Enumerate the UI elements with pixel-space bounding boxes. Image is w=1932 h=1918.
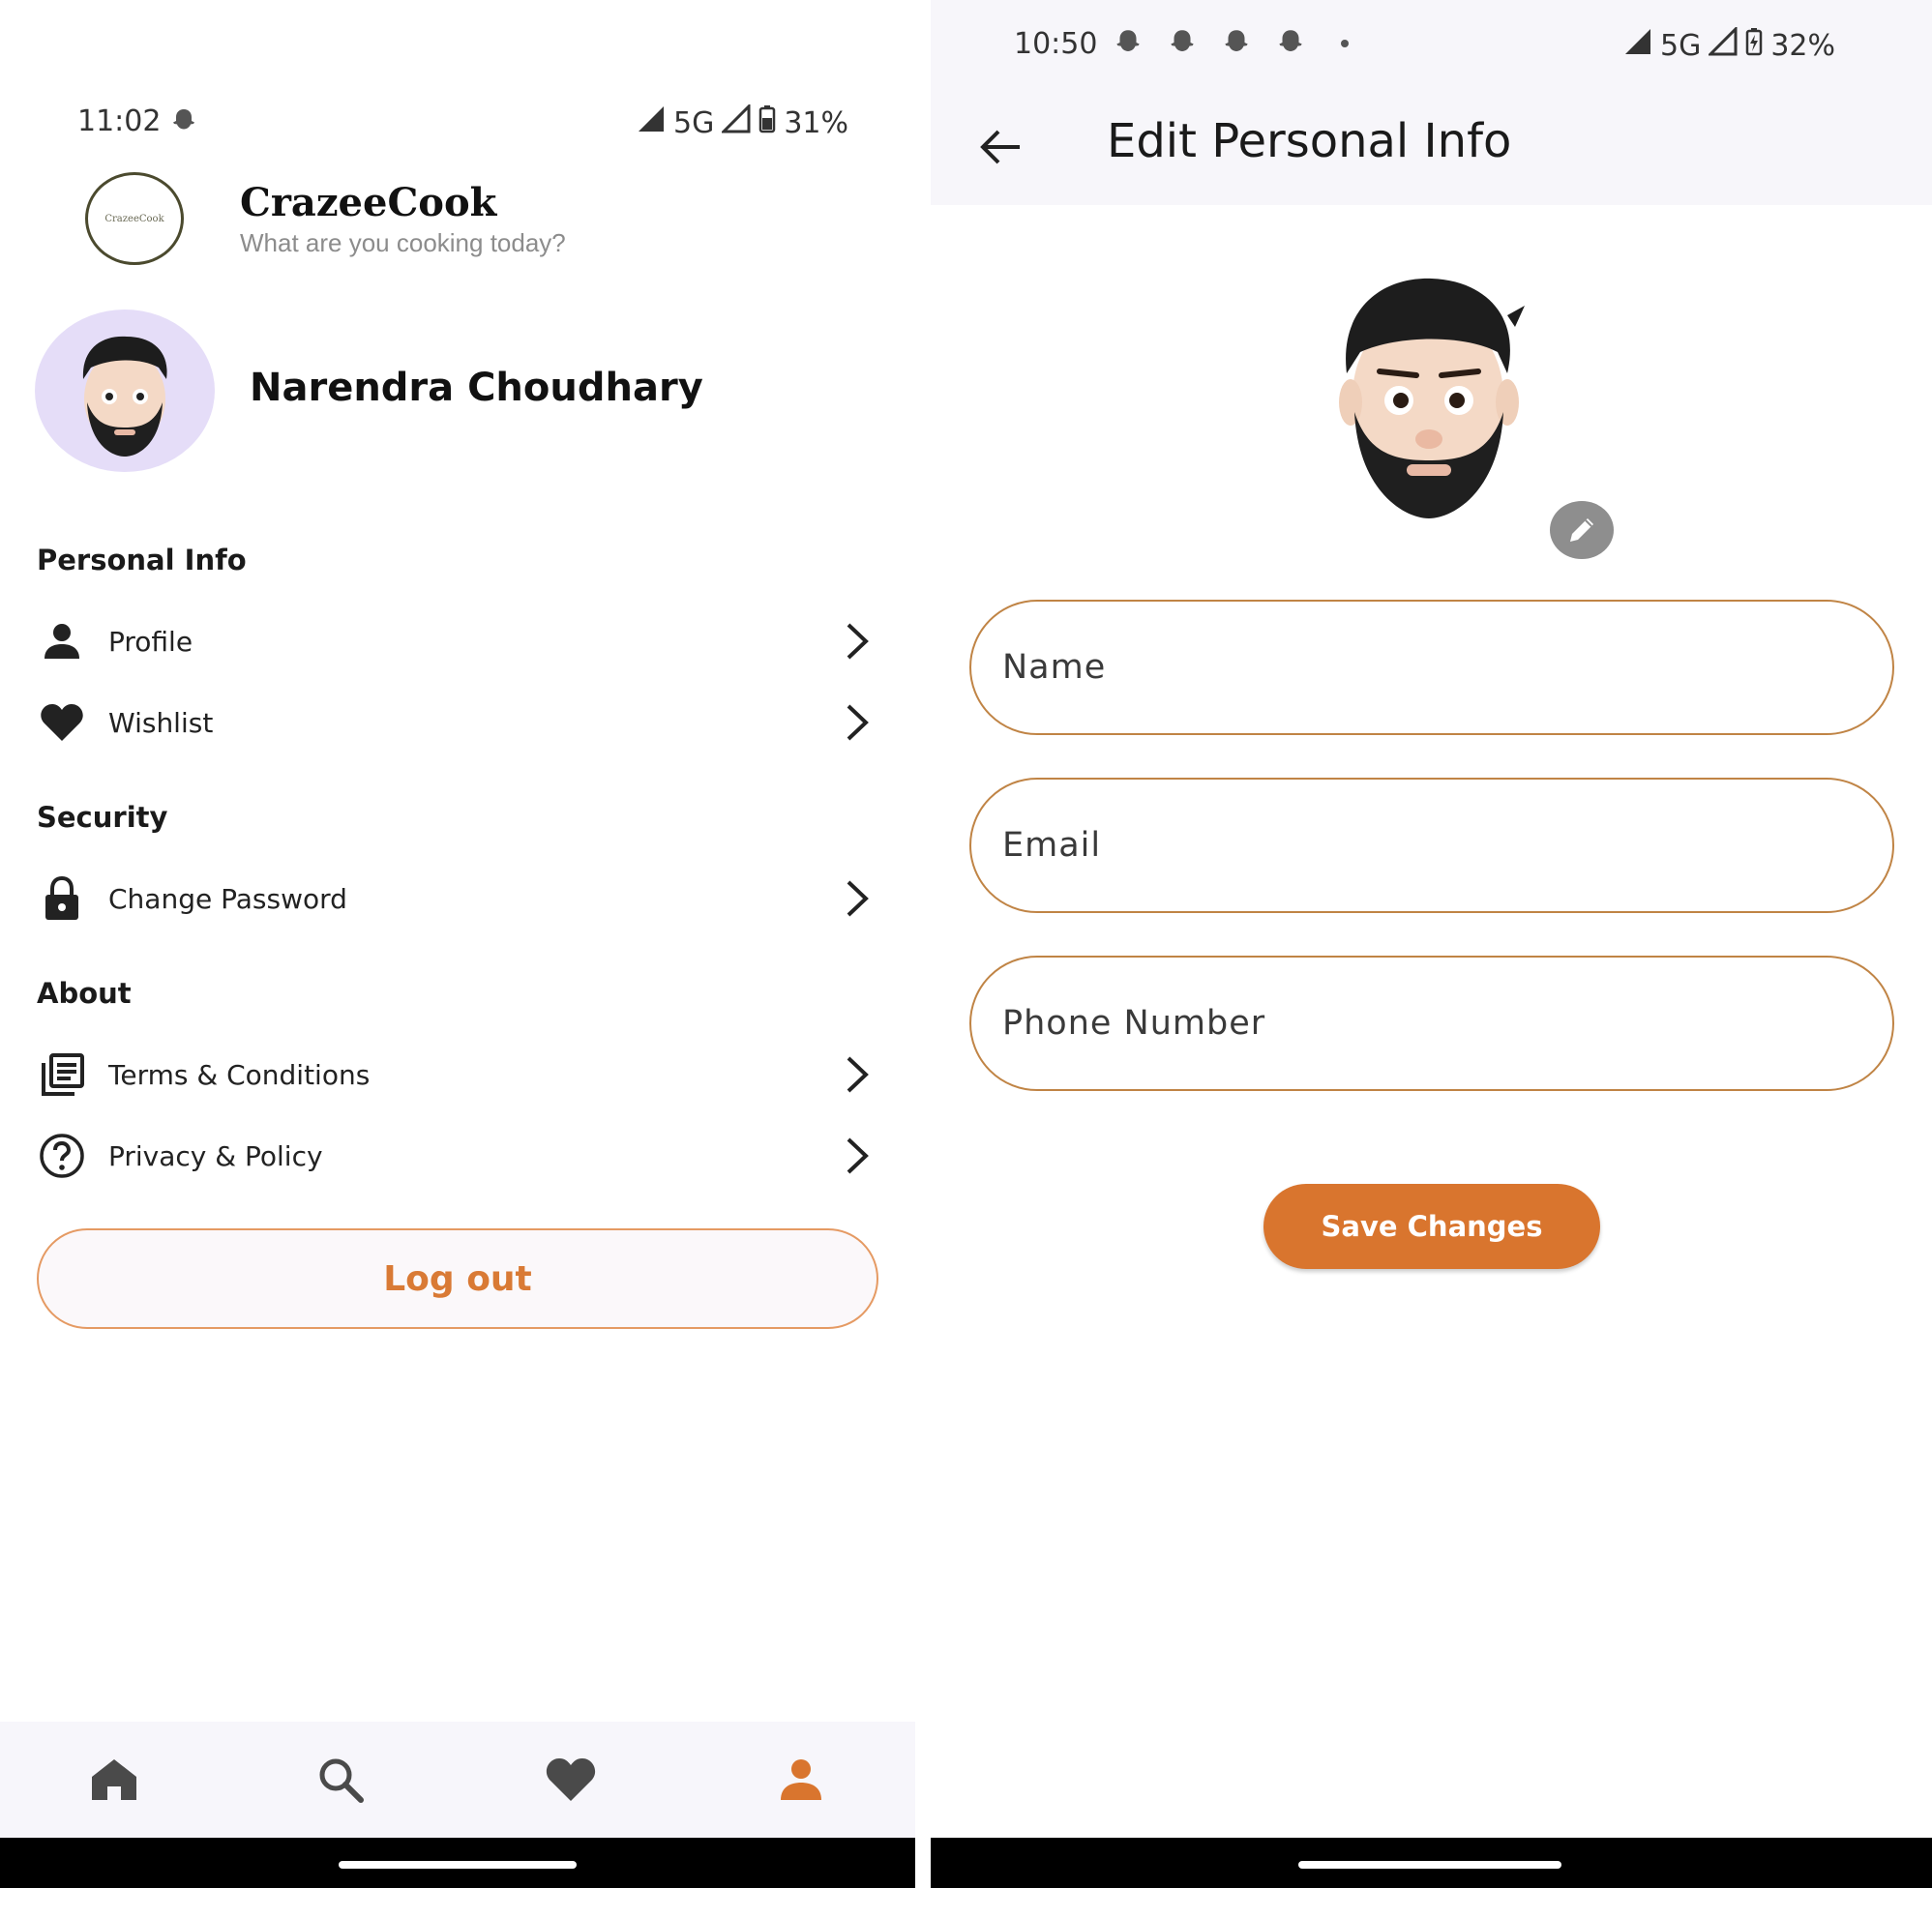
name-field[interactable] xyxy=(969,600,1894,735)
menu-item-change-password[interactable]: Change Password xyxy=(35,869,877,929)
system-navigation-bar xyxy=(931,1838,1932,1888)
chevron-right-icon xyxy=(838,871,877,926)
menu-label-change-password: Change Password xyxy=(108,882,347,915)
battery-level: 32% xyxy=(1770,28,1836,63)
signal-empty-icon xyxy=(1707,25,1738,64)
signal-icon xyxy=(637,104,666,141)
notification-icons xyxy=(1111,27,1352,60)
page-title: Edit Personal Info xyxy=(1107,114,1512,168)
app-title: CrazeeCook xyxy=(240,180,497,225)
edit-personal-info-screen: 10:50 5G 32% Edit Personal Info Name Ema… xyxy=(931,0,1932,1918)
email-input[interactable] xyxy=(1000,825,1856,866)
nav-search[interactable] xyxy=(312,1751,370,1809)
chevron-right-icon xyxy=(838,614,877,668)
heart-icon xyxy=(546,1758,596,1801)
user-name: Narendra Choudhary xyxy=(250,366,703,410)
menu-item-wishlist[interactable]: Wishlist xyxy=(35,693,877,752)
network-type: 5G xyxy=(1660,28,1702,63)
document-list-icon xyxy=(35,1048,89,1102)
app-tagline: What are you cooking today? xyxy=(240,228,566,257)
lock-icon xyxy=(35,871,89,926)
app-logo: CrazeeCook xyxy=(85,172,184,265)
person-icon xyxy=(781,1759,821,1800)
section-about: About xyxy=(37,977,132,1010)
status-time: 10:50 xyxy=(1014,27,1098,61)
snapchat-notification-icon xyxy=(168,106,199,142)
search-icon xyxy=(319,1758,364,1803)
status-indicators: 5G 31% xyxy=(637,103,849,141)
menu-label-privacy: Privacy & Policy xyxy=(108,1139,323,1172)
nav-wishlist[interactable] xyxy=(542,1751,600,1809)
status-indicators: 5G 32% xyxy=(1623,25,1836,64)
phone-field[interactable] xyxy=(969,956,1894,1091)
help-circle-icon xyxy=(35,1129,89,1183)
menu-label-profile: Profile xyxy=(108,625,193,658)
status-time: 11:02 xyxy=(77,104,162,138)
chevron-right-icon xyxy=(838,695,877,750)
menu-item-profile[interactable]: Profile xyxy=(35,611,877,671)
edit-avatar-button[interactable] xyxy=(1550,501,1614,559)
logout-button[interactable]: Log out xyxy=(37,1228,878,1329)
more-notifications-dot-icon xyxy=(1341,40,1349,47)
phone-input[interactable] xyxy=(1000,1003,1856,1044)
bottom-navigation xyxy=(0,1722,915,1838)
chevron-right-icon xyxy=(838,1129,877,1183)
chevron-right-icon xyxy=(838,1048,877,1102)
menu-label-wishlist: Wishlist xyxy=(108,706,214,739)
email-field[interactable] xyxy=(969,778,1894,913)
battery-icon xyxy=(758,104,776,141)
profile-avatar[interactable] xyxy=(1318,267,1540,528)
home-gesture-handle[interactable] xyxy=(1298,1861,1561,1869)
arrow-left-icon xyxy=(980,130,1020,164)
nav-home[interactable] xyxy=(85,1751,143,1809)
menu-item-privacy[interactable]: Privacy & Policy xyxy=(35,1126,877,1186)
signal-icon xyxy=(1623,27,1652,64)
back-button[interactable] xyxy=(966,116,1035,178)
avatar[interactable] xyxy=(35,310,215,472)
signal-empty-icon xyxy=(720,103,751,141)
heart-icon xyxy=(35,695,89,750)
profile-screen: 11:02 5G 31% CrazeeCook CrazeeCook What … xyxy=(0,0,915,1918)
section-security: Security xyxy=(37,801,168,834)
menu-item-terms[interactable]: Terms & Conditions xyxy=(35,1045,877,1105)
network-type: 5G xyxy=(673,105,715,140)
battery-level: 31% xyxy=(784,105,849,140)
snapchat-notification-icon xyxy=(1171,30,1194,51)
system-navigation-bar xyxy=(0,1838,915,1888)
home-icon xyxy=(92,1759,136,1800)
snapchat-notification-icon xyxy=(1225,30,1248,51)
home-gesture-handle[interactable] xyxy=(339,1861,577,1869)
menu-label-terms: Terms & Conditions xyxy=(108,1058,371,1091)
snapchat-notification-icon xyxy=(1116,30,1140,51)
battery-charging-icon xyxy=(1745,27,1763,64)
logo-text: CrazeeCook xyxy=(104,213,164,224)
nav-profile[interactable] xyxy=(772,1751,830,1809)
section-personal-info: Personal Info xyxy=(37,544,247,576)
person-icon xyxy=(35,614,89,668)
save-changes-button[interactable]: Save Changes xyxy=(1263,1184,1600,1269)
name-input[interactable] xyxy=(1000,647,1856,688)
pencil-icon xyxy=(1570,518,1593,542)
snapchat-notification-icon xyxy=(1279,30,1302,51)
